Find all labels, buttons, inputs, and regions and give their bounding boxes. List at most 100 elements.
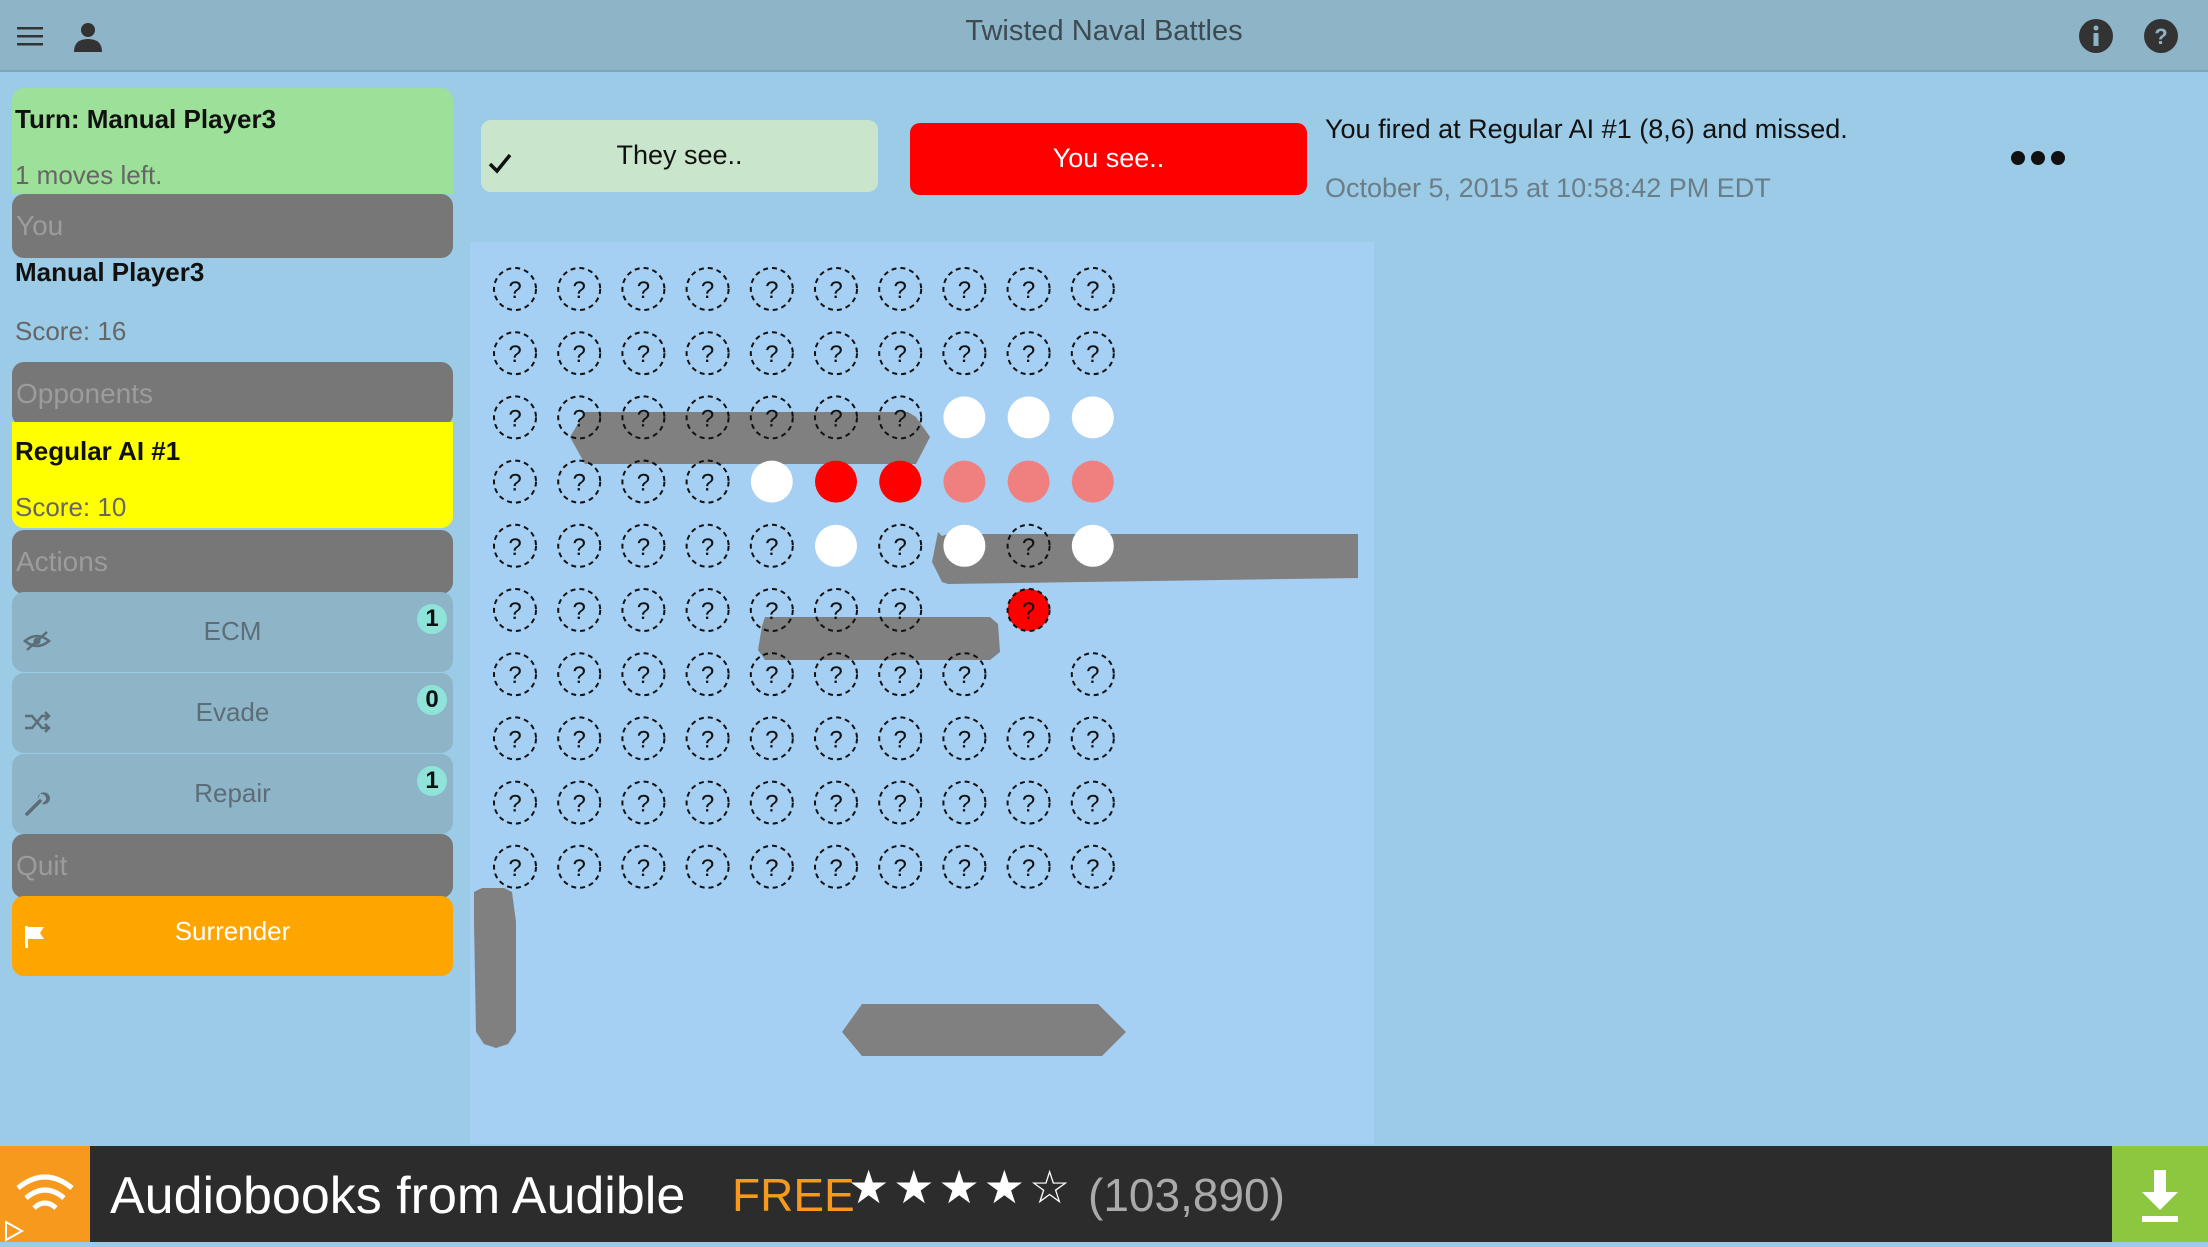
board-cell[interactable]: ? [942, 331, 987, 376]
board-cell[interactable]: ? [749, 331, 794, 376]
board-cell[interactable]: ? [493, 459, 537, 504]
surrender-button[interactable]: Surrender [12, 896, 453, 976]
board-cell[interactable] [815, 460, 857, 503]
board-cell[interactable]: ? [685, 331, 730, 376]
board-cell[interactable]: ? [493, 780, 537, 825]
ecm-button[interactable]: ECM 1 [12, 592, 453, 672]
board-cell[interactable]: ? [878, 716, 923, 761]
more-options-icon[interactable] [2008, 148, 2068, 168]
board-cell[interactable]: ? [942, 716, 987, 761]
board-cell[interactable] [943, 396, 986, 439]
board-cell[interactable]: ? [942, 267, 987, 311]
board-cell[interactable]: ? [685, 523, 730, 568]
board-cell[interactable] [1071, 396, 1114, 439]
board-cell[interactable]: ? [557, 716, 602, 761]
game-board[interactable]: ????????????????????????????????????????… [470, 242, 1374, 1144]
ad-download-button[interactable] [2112, 1146, 2208, 1242]
board-cell[interactable]: ? [1006, 267, 1051, 311]
board-cell[interactable]: ? [878, 331, 923, 376]
board-cell[interactable]: ? [1070, 716, 1115, 761]
board-grid[interactable]: ????????????????????????????????????????… [470, 242, 1374, 1144]
board-cell[interactable]: ? [621, 523, 666, 568]
board-cell[interactable]: ? [685, 844, 730, 889]
board-cell[interactable] [1007, 396, 1050, 439]
board-cell[interactable] [943, 524, 986, 567]
board-cell[interactable]: ? [1070, 780, 1115, 825]
board-cell[interactable]: ? [685, 780, 730, 825]
board-cell[interactable]: ? [557, 331, 602, 376]
board-cell[interactable]: ? [621, 652, 666, 697]
board-cell[interactable]: ? [493, 716, 537, 761]
board-cell[interactable]: ? [621, 331, 666, 376]
board-cell[interactable]: ? [814, 844, 858, 889]
board-cell[interactable]: ? [621, 459, 666, 504]
board-cell[interactable]: ? [621, 588, 666, 632]
board-cell[interactable]: ? [1006, 844, 1051, 889]
board-cell[interactable] [815, 524, 857, 567]
board-cell[interactable]: ? [1070, 331, 1115, 376]
board-cell[interactable] [750, 460, 793, 503]
board-cell[interactable]: ? [685, 459, 730, 504]
board-cell[interactable]: ? [493, 844, 537, 889]
board-cell[interactable]: ? [942, 780, 987, 825]
board-cell[interactable]: ? [814, 267, 858, 311]
board-cell[interactable]: ? [1070, 844, 1115, 889]
board-cell[interactable]: ? [878, 844, 923, 889]
board-cell[interactable] [879, 460, 922, 503]
board-cell[interactable]: ? [685, 588, 730, 632]
board-cell[interactable]: ? [557, 459, 602, 504]
board-cell[interactable]: ? [749, 844, 794, 889]
opponent-card[interactable]: Regular AI #1 Score: 10 [12, 422, 453, 528]
board-cell[interactable]: ? [557, 267, 602, 311]
board-cell[interactable] [1007, 460, 1050, 503]
board-cell[interactable]: ? [621, 780, 666, 825]
evade-button[interactable]: Evade 0 [12, 673, 453, 753]
board-cell[interactable]: ? [557, 588, 602, 632]
board-cell[interactable]: ? [814, 780, 858, 825]
board-cell[interactable]: ? [1070, 267, 1115, 311]
board-cell[interactable]: ? [685, 652, 730, 697]
ad-banner[interactable]: Audiobooks from Audible FREE ★★★★☆ (103,… [0, 1146, 2208, 1242]
board-cell[interactable]: ? [557, 844, 602, 889]
help-icon[interactable]: ? [2143, 18, 2179, 54]
board-cell[interactable]: ? [749, 716, 794, 761]
board-cell[interactable]: ? [814, 331, 858, 376]
board-cell[interactable]: ? [1006, 588, 1051, 632]
board-cell[interactable]: ? [493, 331, 537, 376]
board-cell[interactable]: ? [557, 652, 602, 697]
board-cell[interactable]: ? [749, 267, 794, 311]
board-cell[interactable]: ? [878, 780, 923, 825]
board-cell[interactable] [1071, 460, 1114, 503]
board-cell[interactable]: ? [1006, 716, 1051, 761]
board-cell[interactable]: ? [749, 523, 794, 568]
board-cell[interactable]: ? [621, 267, 666, 311]
board-cell[interactable]: ? [942, 844, 987, 889]
board-cell[interactable]: ? [685, 267, 730, 311]
board-cell[interactable]: ? [493, 652, 537, 697]
you-see-button[interactable]: You see.. [910, 123, 1307, 195]
info-icon[interactable] [2078, 18, 2114, 54]
board-cell[interactable]: ? [878, 267, 923, 311]
repair-button[interactable]: Repair 1 [12, 754, 453, 834]
unknown-mark: ? [765, 405, 778, 432]
board-cell[interactable]: ? [493, 395, 537, 440]
board-cell[interactable]: ? [493, 267, 537, 311]
board-cell[interactable] [1071, 524, 1114, 567]
board-cell[interactable]: ? [621, 716, 666, 761]
board-cell[interactable]: ? [1006, 331, 1051, 376]
board-cell[interactable]: ? [1070, 652, 1115, 697]
unknown-mark: ? [701, 791, 714, 818]
board-cell[interactable]: ? [685, 716, 730, 761]
board-cell[interactable]: ? [621, 844, 666, 889]
board-cell[interactable]: ? [878, 523, 923, 568]
board-cell[interactable]: ? [493, 588, 537, 632]
unknown-mark: ? [1086, 791, 1099, 818]
board-cell[interactable]: ? [557, 523, 602, 568]
board-cell[interactable] [943, 460, 986, 503]
board-cell[interactable]: ? [1006, 780, 1051, 825]
board-cell[interactable]: ? [814, 716, 858, 761]
board-cell[interactable]: ? [557, 780, 602, 825]
board-cell[interactable]: ? [493, 523, 537, 568]
board-cell[interactable]: ? [749, 780, 794, 825]
they-see-button[interactable]: They see.. [481, 120, 878, 192]
